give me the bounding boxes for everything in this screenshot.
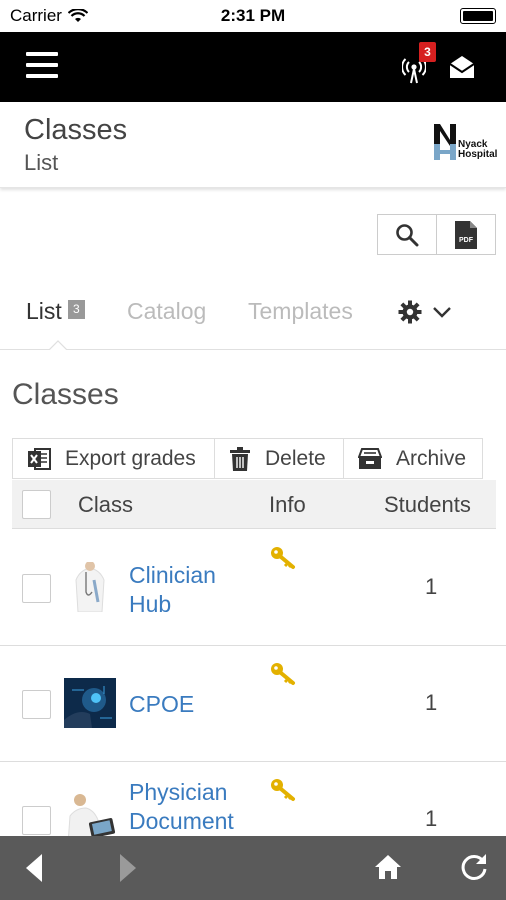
class-name-link[interactable]: Clinician Hub — [129, 561, 216, 619]
student-count: 1 — [425, 806, 438, 831]
tab-list-count: 3 — [67, 300, 85, 320]
search-icon — [396, 223, 419, 246]
tab-bar: List 3 Catalog Templates — [0, 290, 506, 350]
class-thumbnail — [64, 562, 116, 612]
class-thumbnail — [64, 678, 116, 728]
excel-icon — [28, 447, 51, 470]
notification-badge: 3 — [419, 42, 436, 62]
student-count: 1 — [425, 690, 438, 715]
page-header: Classes List Nyack Hospital — [0, 102, 506, 188]
chevron-down-icon — [433, 307, 451, 318]
bulk-action-bar: Export grades Delete Archive — [12, 438, 483, 479]
settings-dropdown[interactable] — [398, 300, 452, 324]
archive-button[interactable]: Archive — [343, 438, 483, 479]
battery-icon — [460, 8, 496, 24]
tab-list[interactable]: List 3 — [26, 298, 85, 325]
class-name-link[interactable]: CPOE — [129, 690, 194, 719]
search-button[interactable] — [377, 214, 437, 255]
pdf-export-button[interactable]: PDF — [436, 214, 496, 255]
export-grades-button[interactable]: Export grades — [12, 438, 215, 479]
tool-buttons: PDF — [377, 214, 496, 255]
settings-gear-icon — [398, 300, 422, 324]
section-title: Classes — [12, 378, 119, 411]
svg-text:PDF: PDF — [459, 237, 474, 244]
student-count: 1 — [425, 574, 438, 599]
tab-templates[interactable]: Templates — [248, 298, 353, 325]
app-navbar: 3 — [0, 32, 506, 102]
hospital-logo: Nyack Hospital — [434, 124, 498, 162]
table-header: Class Info Students — [12, 480, 496, 529]
row-checkbox[interactable] — [22, 806, 51, 835]
logo-text: Nyack Hospital — [458, 139, 498, 160]
status-bar: Carrier 2:31 PM — [0, 0, 506, 32]
notifications-button[interactable]: 3 — [400, 42, 436, 84]
tab-catalog[interactable]: Catalog — [127, 298, 206, 325]
hamburger-menu-icon[interactable] — [26, 52, 58, 80]
key-icon[interactable] — [270, 778, 296, 802]
bottom-browser-bar — [0, 836, 506, 900]
forward-arrow-icon[interactable] — [118, 852, 138, 884]
mail-icon[interactable] — [448, 54, 476, 80]
pdf-icon: PDF — [455, 220, 477, 249]
active-tab-caret — [49, 340, 67, 350]
archive-icon — [358, 447, 382, 469]
select-all-checkbox[interactable] — [22, 490, 51, 519]
trash-icon — [230, 446, 250, 471]
page-subtitle: List — [24, 150, 59, 175]
status-time: 2:31 PM — [220, 6, 286, 25]
home-icon[interactable] — [374, 854, 402, 880]
back-arrow-icon[interactable] — [24, 852, 44, 884]
row-checkbox[interactable] — [22, 690, 51, 719]
column-header-info: Info — [269, 492, 306, 517]
page-title: Classes — [24, 114, 128, 146]
key-icon[interactable] — [270, 546, 296, 570]
table-row[interactable]: Clinician Hub 1 — [0, 530, 506, 646]
row-checkbox[interactable] — [22, 574, 51, 603]
table-row[interactable]: CPOE 1 — [0, 646, 506, 762]
column-header-students[interactable]: Students — [384, 492, 471, 518]
column-header-class[interactable]: Class — [78, 492, 133, 518]
delete-button[interactable]: Delete — [214, 438, 344, 479]
class-name-link[interactable]: Physician Document — [129, 778, 234, 836]
key-icon[interactable] — [270, 662, 296, 686]
refresh-icon[interactable] — [460, 853, 488, 881]
